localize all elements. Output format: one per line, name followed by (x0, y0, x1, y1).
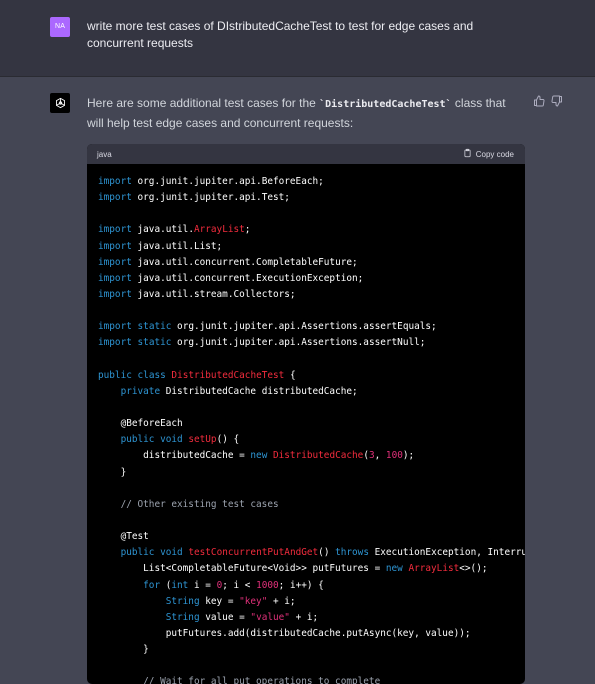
assistant-intro-code: `DistributedCacheTest` (319, 99, 452, 110)
code-line: ​ (98, 481, 525, 497)
thumbs-down-icon[interactable] (551, 94, 563, 107)
code-line: ​ (98, 400, 525, 416)
code-line: ​ (98, 658, 525, 674)
code-line: String value = "value" + i; (165, 611, 319, 623)
copy-code-label: Copy code (475, 149, 514, 159)
code-line: ​ (98, 303, 525, 319)
code-block: java Copy code import org.junit.jupiter.… (87, 144, 525, 684)
code-line: List<CompletableFuture<Void>> putFutures… (98, 563, 488, 575)
code-line: import java.util.List; (98, 240, 223, 252)
code-line: @Test (98, 531, 149, 543)
copy-code-button[interactable]: Copy code (463, 148, 514, 160)
code-line: import java.util.ArrayList; (98, 224, 251, 236)
code-line: private DistributedCache distributedCach… (120, 385, 358, 397)
code-line: distributedCache = new DistributedCache(… (98, 450, 415, 462)
assistant-message-row: Here are some additional test cases for … (0, 77, 595, 684)
clipboard-icon (463, 148, 472, 160)
code-line: import org.junit.jupiter.api.Test; (98, 192, 290, 204)
code-line: for (int i = 0; i < 1000; i++) { (143, 579, 324, 591)
openai-logo-icon (50, 93, 70, 113)
feedback-actions (533, 94, 563, 107)
code-line: ​ (98, 206, 525, 222)
code-line: } (98, 466, 127, 478)
user-message-text: write more test cases of DIstributedCach… (87, 19, 474, 50)
code-line: import org.junit.jupiter.api.BeforeEach; (98, 176, 324, 187)
code-content: import org.junit.jupiter.api.BeforeEach;… (98, 174, 525, 684)
code-block-header: java Copy code (87, 144, 525, 164)
code-line: import static org.junit.jupiter.api.Asse… (98, 337, 426, 349)
code-line: String key = "key" + i; (165, 595, 296, 607)
code-line: import java.util.concurrent.CompletableF… (98, 256, 358, 268)
code-line: import java.util.stream.Collectors; (98, 288, 296, 300)
assistant-message-text: Here are some additional test cases for … (87, 94, 522, 133)
thumbs-up-icon[interactable] (533, 94, 545, 107)
assistant-intro-prefix: Here are some additional test cases for … (87, 96, 320, 110)
code-line: public void testConcurrentPutAndGet() th… (120, 547, 525, 559)
code-line: ​ (98, 513, 525, 529)
code-line: @BeforeEach (98, 418, 183, 430)
code-line: public class DistributedCacheTest { (98, 369, 296, 381)
code-line: import java.util.concurrent.ExecutionExc… (98, 272, 364, 284)
user-avatar: NA (50, 17, 70, 37)
code-line: ​ (98, 352, 525, 368)
code-language-label: java (97, 150, 112, 159)
code-line: putFutures.add(distributedCache.putAsync… (98, 627, 471, 639)
code-line: import static org.junit.jupiter.api.Asse… (98, 321, 437, 333)
code-line: } (98, 644, 149, 656)
code-line: // Other existing test cases (120, 498, 279, 510)
code-line: // Wait for all put operations to comple… (143, 676, 381, 684)
user-message-row: NA write more test cases of DIstributedC… (0, 0, 595, 77)
code-line: public void setUp() { (120, 434, 240, 446)
